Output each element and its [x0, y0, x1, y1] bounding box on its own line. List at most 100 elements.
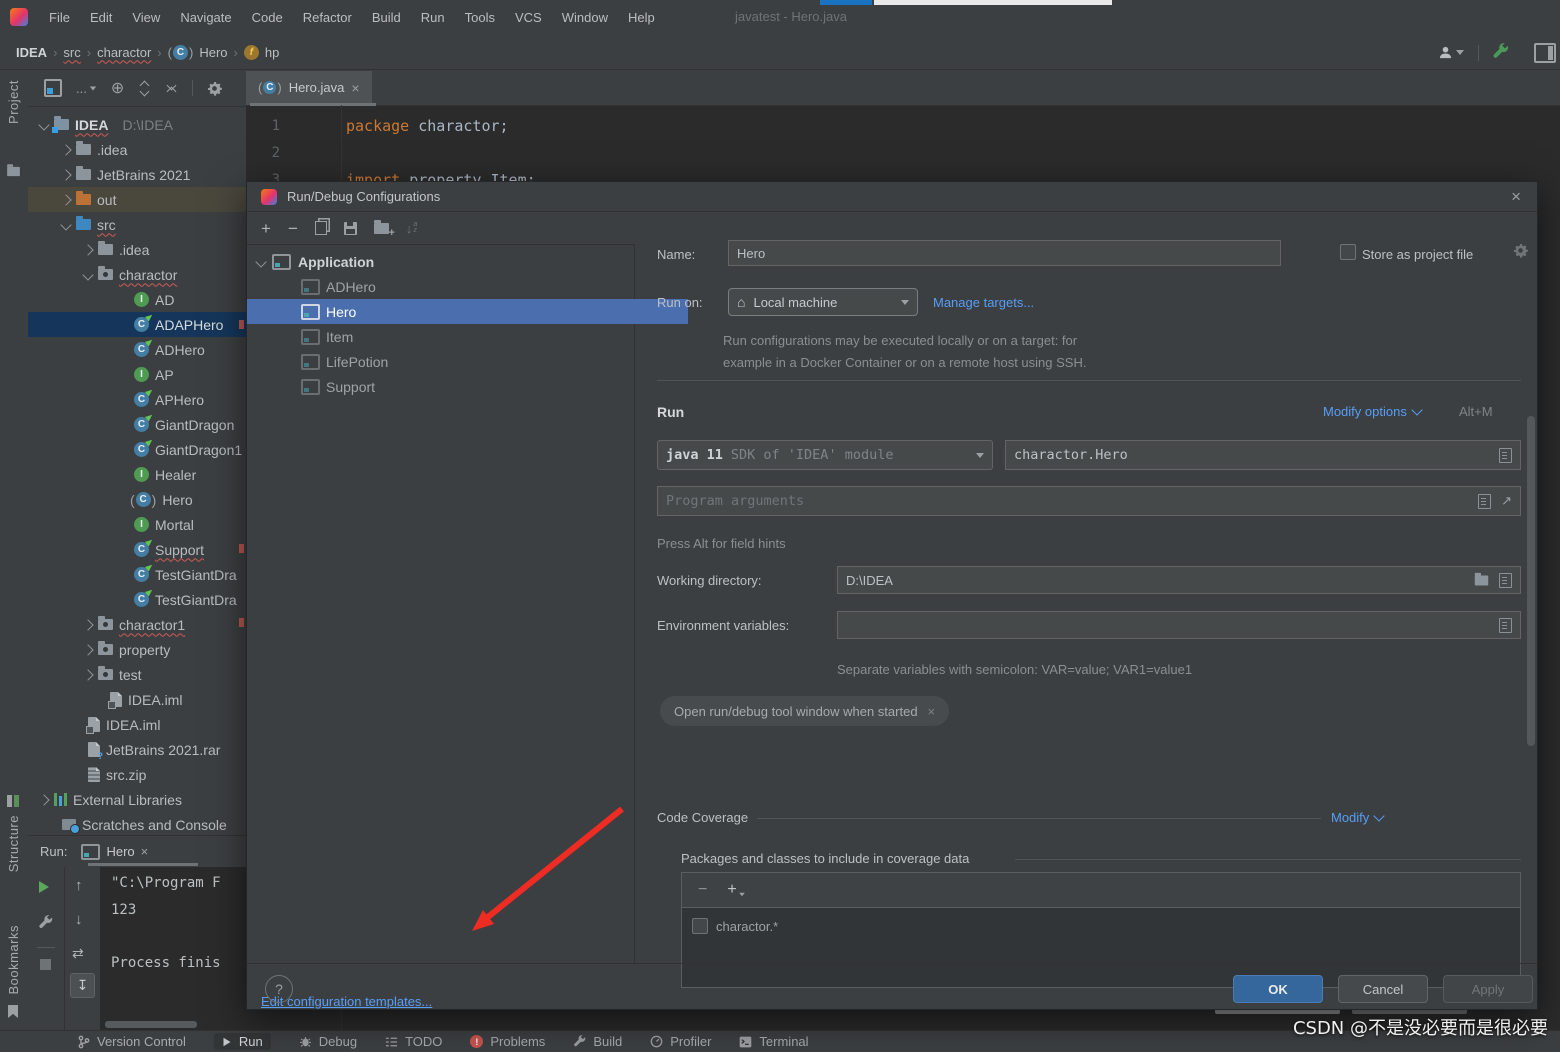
tree-item[interactable]: src.zip — [28, 762, 246, 787]
run-console[interactable]: "C:\Program F 123 Process finis — [100, 867, 246, 1031]
statusbar-version-control[interactable]: Version Control — [78, 1034, 186, 1049]
build-project-button[interactable] — [1492, 43, 1509, 60]
tree-item[interactable]: charactor1 — [28, 612, 246, 637]
coverage-checkbox[interactable] — [692, 918, 708, 934]
config-item-support[interactable]: Support — [247, 374, 688, 399]
coverage-row[interactable]: charactor.* — [682, 912, 1520, 940]
breadcrumb-hero[interactable]: Hero — [199, 45, 227, 60]
save-configuration-icon[interactable] — [343, 221, 357, 235]
store-as-project-file-checkbox[interactable] — [1340, 244, 1356, 260]
tree-item[interactable]: TestGiantDra — [28, 562, 246, 587]
stripe-tab-structure[interactable]: Structure — [6, 815, 21, 872]
add-configuration-icon[interactable]: + — [261, 220, 271, 237]
stripe-tab-bookmarks[interactable]: Bookmarks — [6, 925, 21, 995]
menu-tools[interactable]: Tools — [456, 6, 504, 29]
sort-configurations-icon[interactable]: ↓ a z — [406, 221, 417, 236]
tree-item[interactable]: IDEA.iml — [28, 687, 246, 712]
expand-field-icon[interactable]: ↗ — [1501, 493, 1512, 509]
menu-refactor[interactable]: Refactor — [294, 6, 361, 29]
statusbar-build[interactable]: Build — [573, 1034, 622, 1049]
settings-target-icon[interactable]: ⊕ — [111, 78, 124, 98]
modify-options-dropdown[interactable]: Modify options — [1323, 404, 1423, 419]
locate-file-icon[interactable] — [44, 79, 62, 97]
stop-icon[interactable] — [40, 959, 51, 970]
apply-button[interactable]: Apply — [1443, 975, 1533, 1003]
tree-item[interactable]: APHero — [28, 387, 246, 412]
tree-item[interactable]: IDEA.iml — [28, 712, 246, 737]
down-stack-icon[interactable]: ↓ — [75, 911, 83, 928]
close-tab-icon[interactable] — [351, 81, 359, 95]
code-line[interactable]: 1 package charactor; — [246, 112, 1560, 139]
tree-item[interactable]: Mortal — [28, 512, 246, 537]
run-on-dropdown[interactable]: ⌂ Local machine — [728, 288, 918, 316]
menu-navigate[interactable]: Navigate — [171, 6, 240, 29]
dialog-title-bar[interactable]: Run/Debug Configurations — [247, 182, 1537, 212]
statusbar-terminal[interactable]: Terminal — [739, 1034, 809, 1049]
error-stripe-mark[interactable] — [239, 320, 244, 329]
jre-dropdown[interactable]: java 11 SDK of 'IDEA' module — [657, 440, 993, 470]
tree-item[interactable]: TestGiantDra — [28, 587, 246, 612]
editor-tab-hero[interactable]: Hero.java — [246, 70, 372, 105]
project-stripe-icon[interactable] — [7, 164, 20, 177]
statusbar-problems[interactable]: Problems — [470, 1034, 545, 1049]
close-tab-icon[interactable] — [141, 845, 149, 858]
main-class-field[interactable]: charactor.Hero — [1005, 440, 1521, 470]
horizontal-scrollbar[interactable] — [105, 1021, 197, 1028]
expand-all-icon[interactable] — [138, 81, 151, 96]
config-group-application[interactable]: Application — [247, 249, 644, 274]
gear-icon[interactable] — [1513, 243, 1528, 258]
soft-wrap-icon[interactable]: ⇄ — [72, 945, 84, 962]
tree-item[interactable]: Hero — [28, 487, 246, 512]
working-directory-field[interactable]: D:\IDEA — [837, 566, 1521, 594]
statusbar-debug[interactable]: Debug — [299, 1034, 357, 1049]
view-options-dropdown[interactable]: ... — [76, 81, 97, 96]
structure-stripe-icon[interactable] — [7, 795, 19, 807]
tree-item[interactable]: src — [28, 212, 246, 237]
statusbar-run[interactable]: Run — [213, 1033, 271, 1050]
config-item-adhero[interactable]: ADHero — [247, 274, 688, 299]
tree-item[interactable]: Scratches and Console — [28, 812, 246, 835]
code-line[interactable]: 2 — [246, 139, 1560, 166]
tool-window-layout-icon[interactable] — [1534, 43, 1556, 63]
chevron-right-icon[interactable] — [82, 618, 94, 631]
breadcrumb-charactor[interactable]: charactor — [97, 45, 151, 60]
environment-variables-field[interactable] — [837, 611, 1521, 639]
menu-window[interactable]: Window — [553, 6, 617, 29]
tree-item[interactable]: Support — [28, 537, 246, 562]
chevron-down-icon[interactable] — [82, 268, 94, 281]
chevron-right-icon[interactable] — [82, 643, 94, 656]
config-item-hero-selected[interactable]: Hero — [247, 299, 688, 324]
user-account-button[interactable] — [1438, 45, 1464, 60]
tree-item[interactable]: ADHero — [28, 337, 246, 362]
coverage-modify-dropdown[interactable]: Modify — [1331, 810, 1385, 825]
config-item-lifepotion[interactable]: LifePotion — [247, 349, 688, 374]
wrench-icon[interactable] — [38, 915, 53, 930]
remove-pill-icon[interactable] — [928, 705, 936, 718]
remove-configuration-icon[interactable]: − — [288, 220, 298, 237]
before-launch-pill[interactable]: Open run/debug tool window when started — [660, 696, 950, 726]
tree-item[interactable]: .idea — [28, 137, 246, 162]
menu-build[interactable]: Build — [363, 6, 410, 29]
cancel-button[interactable]: Cancel — [1338, 975, 1428, 1003]
chevron-right-icon[interactable] — [60, 193, 72, 206]
chevron-right-icon[interactable] — [82, 668, 94, 681]
menu-edit[interactable]: Edit — [81, 6, 121, 29]
tree-item[interactable]: JetBrains 2021 — [28, 162, 246, 187]
tree-item[interactable]: AP — [28, 362, 246, 387]
tree-item[interactable]: External Libraries — [28, 787, 246, 812]
scroll-to-end-icon[interactable]: ↧ — [70, 973, 95, 998]
list-values-icon[interactable] — [1499, 617, 1512, 633]
add-pattern-icon[interactable]: + — [727, 881, 745, 899]
remove-pattern-icon[interactable]: − — [698, 881, 707, 899]
browse-folder-icon[interactable] — [1474, 572, 1489, 585]
tree-item[interactable]: GiantDragon1 — [28, 437, 246, 462]
list-values-icon[interactable] — [1499, 572, 1512, 588]
breadcrumb-project[interactable]: IDEA — [16, 45, 47, 60]
menu-help[interactable]: Help — [619, 6, 664, 29]
close-dialog-icon[interactable] — [1511, 188, 1521, 205]
tree-item[interactable]: GiantDragon — [28, 412, 246, 437]
tree-item[interactable]: .idea — [28, 237, 246, 262]
tree-item[interactable]: IDEA D:\IDEA — [28, 112, 246, 137]
chevron-right-icon[interactable] — [38, 793, 50, 806]
breadcrumb-src[interactable]: src — [63, 45, 80, 60]
